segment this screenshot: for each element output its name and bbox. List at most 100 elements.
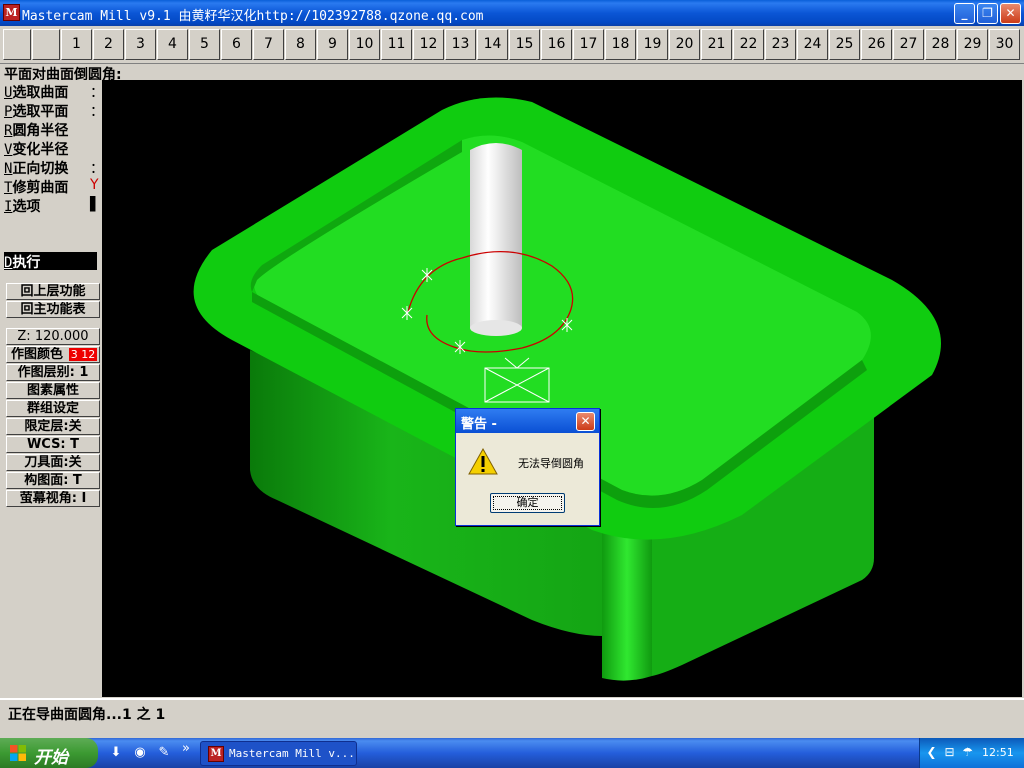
dialog-close-button[interactable]: ✕ — [576, 412, 595, 431]
setting-label: Z: 120.000 — [17, 329, 89, 344]
level-button-30[interactable]: 30 — [989, 29, 1020, 60]
menu-item-i[interactable]: I选项 ▌ — [4, 196, 100, 214]
dialog-message: 无法导倒圆角 — [518, 457, 584, 470]
setting-button-7[interactable]: 刀具面:关 — [6, 454, 100, 471]
level-button-11[interactable]: 11 — [381, 29, 412, 60]
level-button-9[interactable]: 9 — [317, 29, 348, 60]
menu-item-t[interactable]: T修剪曲面 Y — [4, 177, 100, 195]
level-button-14[interactable]: 14 — [477, 29, 508, 60]
back-button[interactable]: 回上层功能 — [6, 283, 100, 300]
level-button-1[interactable]: 1 — [61, 29, 92, 60]
windows-flag-icon — [10, 745, 26, 761]
level-button-27[interactable]: 27 — [893, 29, 924, 60]
taskbar-item-mastercam[interactable]: M Mastercam Mill v... — [200, 741, 357, 766]
level-button-15[interactable]: 15 — [509, 29, 540, 60]
tool-icon[interactable]: ✎ — [156, 745, 172, 761]
setting-button-0[interactable]: Z: 120.000 — [6, 328, 100, 345]
level-button-17[interactable]: 17 — [573, 29, 604, 60]
graphics-viewport[interactable] — [102, 80, 1022, 697]
level-button-13[interactable]: 13 — [445, 29, 476, 60]
window-title: Mastercam Mill v9.1 由黄籽华汉化http://1023927… — [22, 9, 484, 24]
clock: 12:51 — [982, 746, 1014, 759]
menu-item-r[interactable]: R圆角半径 — [4, 120, 100, 138]
menu-item-p[interactable]: P选取平面： — [4, 101, 100, 119]
level-button-7[interactable]: 7 — [253, 29, 284, 60]
quicklaunch-overflow[interactable]: » — [178, 741, 194, 757]
blank-toolbar-button[interactable] — [32, 29, 60, 60]
close-icon: ✕ — [1005, 6, 1016, 20]
level-button-8[interactable]: 8 — [285, 29, 316, 60]
level-button-5[interactable]: 5 — [189, 29, 220, 60]
close-button[interactable]: ✕ — [1000, 3, 1021, 24]
level-button-22[interactable]: 22 — [733, 29, 764, 60]
menu-value: ： — [90, 158, 100, 176]
menu-value: ▌ — [90, 196, 100, 212]
cylinder — [470, 143, 522, 328]
mastercam-task-icon: M — [208, 746, 224, 762]
menu-label: 变化半径 — [12, 142, 69, 157]
setting-label: 萤幕视角: I — [19, 491, 87, 506]
menu-value: Y — [90, 177, 99, 193]
chevron-left-icon[interactable]: ❮ — [924, 745, 939, 760]
menu-value: ： — [90, 82, 100, 100]
menu-label: 选取曲面 — [12, 85, 69, 100]
download-icon[interactable]: ⬇ — [108, 745, 124, 761]
menu-item-n[interactable]: N正向切换： — [4, 158, 100, 176]
menu-value: ： — [90, 101, 100, 119]
level-button-12[interactable]: 12 — [413, 29, 444, 60]
network-icon[interactable]: ⊟ — [942, 745, 957, 760]
setting-label: 群组设定 — [26, 401, 79, 416]
level-button-16[interactable]: 16 — [541, 29, 572, 60]
level-button-21[interactable]: 21 — [701, 29, 732, 60]
level-button-26[interactable]: 26 — [861, 29, 892, 60]
level-button-4[interactable]: 4 — [157, 29, 188, 60]
level-button-29[interactable]: 29 — [957, 29, 988, 60]
menu-label: 执行 — [12, 255, 41, 270]
status-text: 正在导曲面圆角...1 之 1 — [8, 707, 166, 723]
status-bar: 正在导曲面圆角...1 之 1 — [0, 698, 1024, 738]
blank-toolbar-button[interactable] — [3, 29, 31, 60]
main-menu-button[interactable]: 回主功能表 — [6, 301, 100, 318]
setting-button-6[interactable]: WCS: T — [6, 436, 100, 453]
setting-label: 限定层:关 — [24, 419, 82, 434]
prompt-line: 平面对曲面倒圆角: — [4, 67, 122, 83]
browser-icon[interactable]: ◉ — [132, 745, 148, 761]
setting-button-2[interactable]: 作图层别: 1 — [6, 364, 100, 381]
ok-button[interactable]: 确定 — [490, 493, 565, 513]
level-button-23[interactable]: 23 — [765, 29, 796, 60]
start-label: 开始 — [34, 748, 68, 768]
level-button-20[interactable]: 20 — [669, 29, 700, 60]
level-toolbar: 1 2 3 4 5 6 7 8 9 10 11 12 13 14 15 16 17 18 19 20 21 22 23 24 2… — [0, 26, 1024, 64]
setting-label: WCS: T — [26, 437, 80, 452]
menu-label: 圆角半径 — [12, 123, 69, 138]
menu-item-u[interactable]: U选取曲面： — [4, 82, 100, 100]
setting-label: 作图层别: 1 — [17, 365, 89, 380]
setting-button-4[interactable]: 群组设定 — [6, 400, 100, 417]
start-button[interactable]: 开始 — [0, 738, 98, 768]
setting-button-5[interactable]: 限定层:关 — [6, 418, 100, 435]
level-button-25[interactable]: 25 — [829, 29, 860, 60]
setting-button-9[interactable]: 萤幕视角: I — [6, 490, 100, 507]
minimize-button[interactable]: _ — [954, 3, 975, 24]
menu-label: 修剪曲面 — [12, 180, 69, 195]
level-button-2[interactable]: 2 — [93, 29, 124, 60]
menu-item-execute[interactable]: D执行 — [4, 252, 97, 270]
setting-label: 刀具面:关 — [24, 455, 82, 470]
setting-button-8[interactable]: 构图面: T — [6, 472, 100, 489]
level-button-6[interactable]: 6 — [221, 29, 252, 60]
level-button-18[interactable]: 18 — [605, 29, 636, 60]
title-bar: M Mastercam Mill v9.1 由黄籽华汉化http://10239… — [0, 0, 1024, 26]
volume-icon[interactable]: ☂ — [960, 745, 975, 760]
menu-item-v[interactable]: V变化半径 — [4, 139, 100, 157]
level-button-3[interactable]: 3 — [125, 29, 156, 60]
setting-button-1[interactable]: 作图颜色 3 12 — [6, 346, 100, 363]
level-button-24[interactable]: 24 — [797, 29, 828, 60]
restore-button[interactable]: ❐ — [977, 3, 998, 24]
level-button-10[interactable]: 10 — [349, 29, 380, 60]
restore-icon: ❐ — [982, 6, 993, 20]
level-button-19[interactable]: 19 — [637, 29, 668, 60]
level-button-28[interactable]: 28 — [925, 29, 956, 60]
setting-button-3[interactable]: 图素属性 — [6, 382, 100, 399]
mastercam-app-icon[interactable]: M — [3, 4, 20, 21]
warning-icon — [468, 447, 498, 475]
